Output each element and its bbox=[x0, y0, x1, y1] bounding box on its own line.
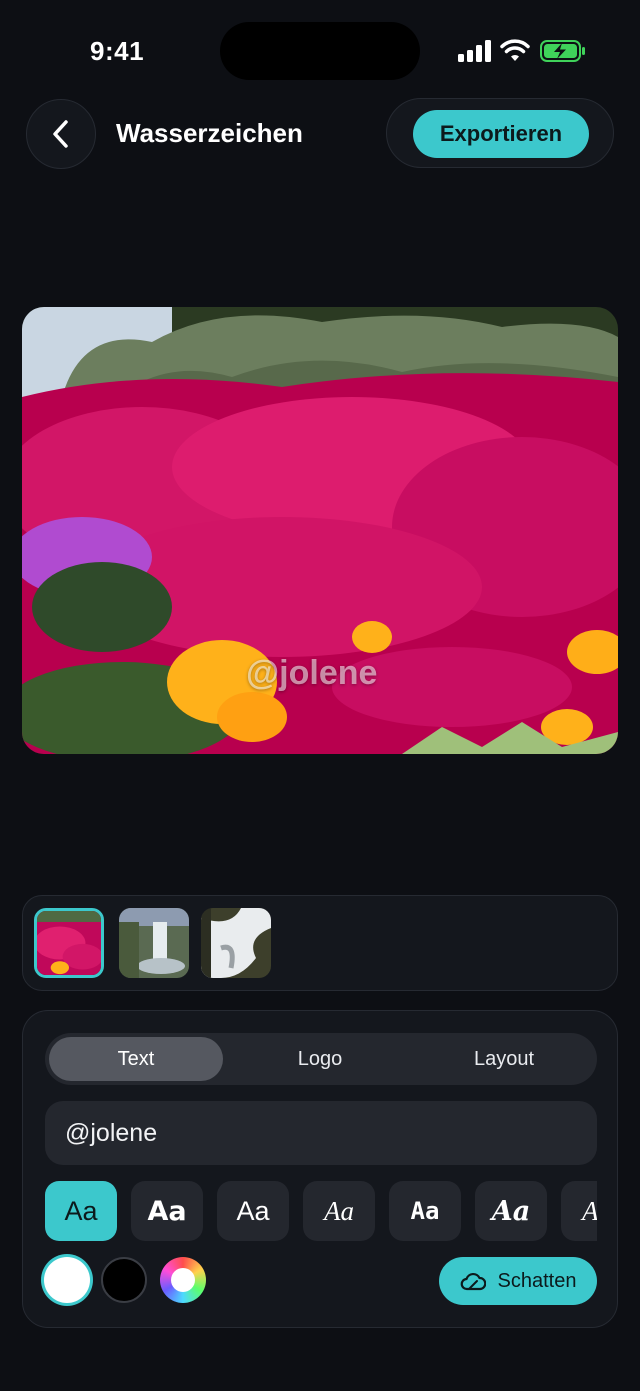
font-option-bold-sans[interactable]: Aa bbox=[131, 1181, 203, 1241]
color-picker-center bbox=[171, 1268, 195, 1292]
back-button[interactable] bbox=[26, 99, 96, 169]
cloud-icon bbox=[460, 1272, 486, 1291]
status-time: 9:41 bbox=[90, 36, 145, 66]
font-option-serif-italic[interactable]: Aa bbox=[303, 1181, 375, 1241]
chevron-left-icon bbox=[53, 120, 68, 148]
editor-panel: Text Logo Layout Aa Aa Aa Aa Aa Aa Aa Sc… bbox=[22, 1010, 618, 1328]
thumb-flowers-image bbox=[37, 911, 101, 975]
photo-strip bbox=[22, 895, 618, 991]
thumb-waterfall-image bbox=[119, 908, 189, 978]
color-swatch-black[interactable] bbox=[101, 1257, 147, 1303]
font-option-bold-serif[interactable]: Aa bbox=[475, 1181, 547, 1241]
photo-preview: @jolene bbox=[22, 307, 618, 754]
font-option-rounded[interactable]: Aa bbox=[217, 1181, 289, 1241]
wifi-icon bbox=[500, 39, 530, 61]
export-button[interactable]: Exportieren bbox=[413, 110, 589, 158]
color-picker-button[interactable] bbox=[160, 1257, 206, 1303]
watermark-text-input[interactable] bbox=[45, 1101, 597, 1165]
shadow-toggle-button[interactable]: Schatten bbox=[439, 1257, 597, 1305]
page-title: Wasserzeichen bbox=[116, 118, 303, 148]
font-option-script[interactable]: Aa bbox=[561, 1181, 597, 1241]
tab-logo[interactable]: Logo bbox=[233, 1037, 407, 1081]
font-picker: Aa Aa Aa Aa Aa Aa Aa bbox=[45, 1181, 597, 1241]
thumb-waterfall[interactable] bbox=[119, 908, 189, 978]
export-container: Exportieren bbox=[386, 98, 614, 168]
thumb-river[interactable] bbox=[201, 908, 271, 978]
color-swatch-white[interactable] bbox=[44, 1257, 90, 1303]
thumb-river-image bbox=[201, 908, 271, 978]
font-option-sans[interactable]: Aa bbox=[45, 1181, 117, 1241]
battery-charging-icon bbox=[540, 40, 585, 62]
tab-layout[interactable]: Layout bbox=[417, 1037, 591, 1081]
dynamic-island bbox=[220, 22, 420, 80]
thumb-flowers[interactable] bbox=[34, 908, 104, 978]
shadow-button-label: Schatten bbox=[497, 1269, 577, 1292]
watermark-text: @jolene bbox=[246, 654, 378, 692]
status-bar: 9:41 bbox=[0, 0, 640, 100]
cellular-signal-icon bbox=[458, 40, 491, 62]
font-option-mono[interactable]: Aa bbox=[389, 1181, 461, 1241]
mode-segmented-control: Text Logo Layout bbox=[45, 1033, 597, 1085]
tab-text[interactable]: Text bbox=[49, 1037, 223, 1081]
